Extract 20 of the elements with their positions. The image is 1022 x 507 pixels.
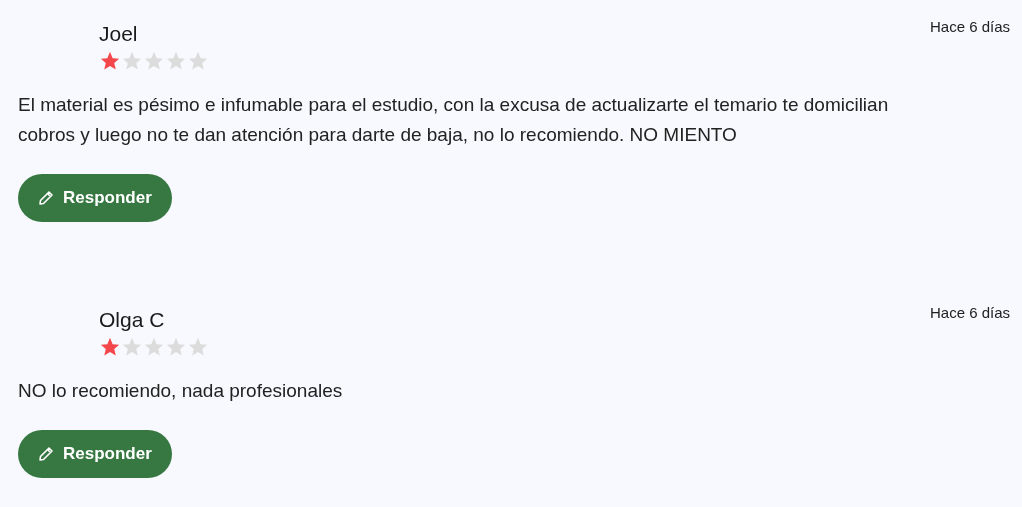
review-text: El material es pésimo e infumable para el estudio, con la excusa de actualizarte el temario te domicilian cobros y luego no te dan atención para darte de baja, no lo recomiendo. NO MIENTO <box>18 93 890 147</box>
review-text: NO lo recomiendo, nada profesionales <box>18 379 344 403</box>
pencil-icon <box>38 190 54 206</box>
star-icon <box>143 50 165 72</box>
star-icon <box>165 50 187 72</box>
reviewer-name: Olga C <box>99 308 166 332</box>
star-icon <box>187 50 209 72</box>
reply-button[interactable]: Responder <box>18 430 172 478</box>
reviewer-name: Joel <box>99 22 139 46</box>
star-icon <box>143 336 165 358</box>
star-icon <box>121 50 143 72</box>
pencil-icon <box>38 446 54 462</box>
star-icon <box>99 336 121 358</box>
review-date: Hace 6 días <box>929 18 1010 37</box>
reply-button[interactable]: Responder <box>18 174 172 222</box>
star-icon <box>121 336 143 358</box>
star-icon <box>165 336 187 358</box>
review-date: Hace 6 días <box>929 304 1010 323</box>
star-icon <box>99 50 121 72</box>
star-icon <box>187 336 209 358</box>
